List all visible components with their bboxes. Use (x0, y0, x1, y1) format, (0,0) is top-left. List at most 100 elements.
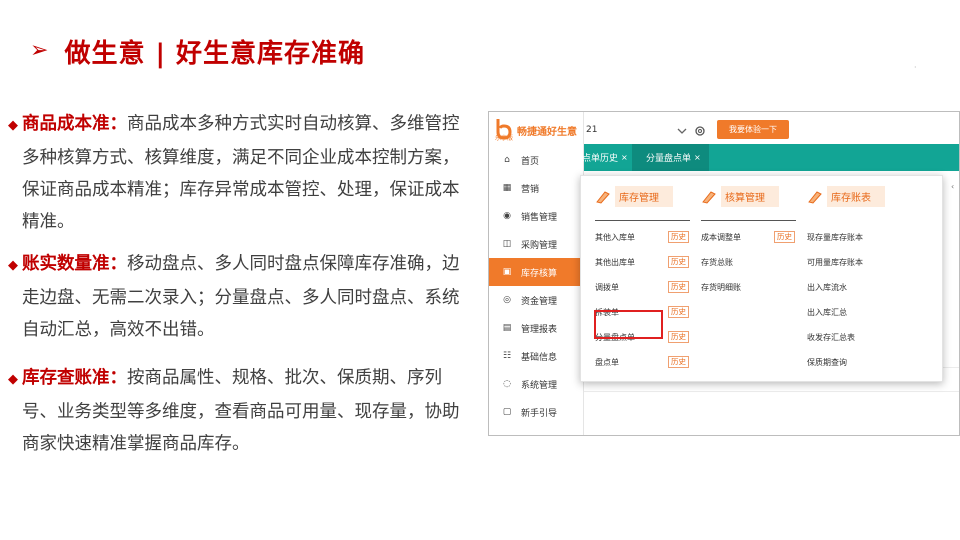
history-badge[interactable]: 历史 (668, 256, 689, 268)
top-bar: 21 我要体验一下 (584, 112, 959, 144)
history-badge[interactable]: 历史 (668, 356, 689, 368)
chevron-down-icon[interactable] (677, 121, 687, 134)
menu-column-header: 库存账表 (807, 185, 917, 207)
menu-column-accounting: 核算管理 成本调整单 存货总账 存货明细账 历史 (701, 185, 796, 292)
sidebar-item-label: 系统管理 (521, 380, 558, 391)
sidebar-item-purchase[interactable]: ◫ 采购管理 (489, 230, 584, 258)
sidebar-item-label: 管理报表 (521, 324, 558, 335)
column-divider (595, 220, 690, 221)
menu-column-title: 核算管理 (721, 185, 779, 207)
tab-label: 点单历史 (582, 154, 619, 164)
point-heading: 商品成本准： (22, 114, 127, 134)
menu-item-rds-summary[interactable]: 收发存汇总表 (807, 330, 855, 344)
point-query-accuracy: ◆ 库存查账准：按商品属性、规格、批次、保质期、序列号、业务类型等多维度，查看商品… (8, 362, 470, 460)
row-divider (584, 391, 959, 392)
menu-column-reports: 库存账表 现存量库存账本 可用量库存账本 出入库流水 出入库汇总 收发存汇总表 … (807, 185, 917, 367)
info-icon: ☷ (502, 351, 512, 361)
close-icon[interactable]: × (621, 153, 628, 162)
brand-logo: 乐享版 畅捷通好生意 (495, 117, 577, 143)
sidebar-item-label: 基础信息 (521, 352, 558, 363)
sales-icon: ◉ (503, 211, 511, 221)
menu-item-other-outbound[interactable]: 其他出库单 (595, 255, 635, 269)
calendar-icon: ▦ (502, 183, 512, 193)
sidebar-item-basic-info[interactable]: ☷ 基础信息 (489, 342, 584, 370)
menu-item-onhand-ledger[interactable]: 现存量库存账本 (807, 230, 863, 244)
inventory-icon: ▣ (502, 267, 512, 277)
tab-partial-count[interactable]: 分量盘点单 × (632, 144, 709, 171)
app-screenshot: 乐享版 畅捷通好生意 ⌂ 首页 ▦ 营销 ◉ 销售管理 ◫ 采购管理 ▣ 库存核算 ◎ 资金… (488, 111, 960, 436)
diamond-bullet-icon: ◆ (8, 372, 18, 387)
logo-mark-icon: 乐享版 (495, 118, 513, 142)
menu-column-header: 核算管理 (701, 185, 796, 207)
diamond-bullet-icon: ◆ (8, 118, 18, 133)
sidebar-item-label: 采购管理 (521, 240, 558, 251)
menu-column-title: 库存管理 (615, 185, 673, 207)
menu-column-inventory: 库存管理 其他入库单 其他出库单 调拨单 拆装单 分量盘点单 盘点单 历史 历史… (595, 185, 690, 368)
logo-subtitle: 乐享版 (495, 135, 514, 142)
diamond-bullet-icon: ◆ (8, 258, 18, 273)
tab-bar: 点单历史 × 分量盘点单 × (582, 144, 959, 171)
sidebar: 乐享版 畅捷通好生意 ⌂ 首页 ▦ 营销 ◉ 销售管理 ◫ 采购管理 ▣ 库存核算 ◎ 资金… (489, 112, 584, 435)
menu-item-io-summary[interactable]: 出入库汇总 (807, 305, 847, 319)
sidebar-item-funds[interactable]: ◎ 资金管理 (489, 286, 584, 314)
page-title: 做生意 | 好生意库存准确 (64, 38, 366, 69)
sidebar-item-inventory[interactable]: ▣ 库存核算 (489, 258, 584, 286)
menu-item-stock-detail[interactable]: 存货明细账 (701, 280, 741, 294)
sidebar-item-guide[interactable]: ▢ 新手引导 (489, 398, 584, 426)
ledger-icon (807, 189, 823, 204)
menu-item-transfer[interactable]: 调拨单 (595, 280, 619, 294)
history-badge[interactable]: 历史 (668, 281, 689, 293)
accounting-icon (701, 189, 717, 204)
point-heading: 账实数量准： (22, 254, 127, 274)
menu-item-cost-adjust[interactable]: 成本调整单 (701, 230, 741, 244)
title-arrow-icon: ➢ (30, 38, 49, 63)
menu-item-io-flow[interactable]: 出入库流水 (807, 280, 847, 294)
history-badge[interactable]: 历史 (668, 306, 689, 318)
chevron-right-icon[interactable]: ‹ (951, 182, 957, 191)
point-heading: 库存查账准： (22, 368, 127, 388)
point-quantity-accuracy: ◆ 账实数量准：移动盘点、多人同时盘点保障库存准确，边走边盘、无需二次录入；分量盘… (8, 248, 470, 346)
menu-column-header: 库存管理 (595, 185, 690, 207)
history-badge[interactable]: 历史 (668, 231, 689, 243)
column-divider (701, 220, 796, 221)
corner-mark: · (914, 63, 917, 72)
tab-count-history[interactable]: 点单历史 × (582, 144, 628, 171)
menu-item-stock-ledger[interactable]: 存货总账 (701, 255, 733, 269)
account-number: 21 (586, 125, 598, 135)
report-icon: ▤ (502, 323, 512, 333)
system-icon: ◌ (503, 379, 511, 389)
sidebar-item-label: 首页 (521, 156, 540, 167)
sidebar-item-home[interactable]: ⌂ 首页 (489, 146, 584, 174)
slide-title: ➢ 做生意 | 好生意库存准确 (30, 33, 365, 69)
menu-item-shelf-life[interactable]: 保质期查询 (807, 355, 847, 369)
sidebar-item-marketing[interactable]: ▦ 营销 (489, 174, 584, 202)
menu-column-title: 库存账表 (827, 185, 885, 207)
history-badge[interactable]: 历史 (668, 331, 689, 343)
try-experience-button[interactable]: 我要体验一下 (717, 120, 789, 139)
sidebar-item-system[interactable]: ◌ 系统管理 (489, 370, 584, 398)
purchase-icon: ◫ (502, 239, 512, 249)
menu-item-count[interactable]: 盘点单 (595, 355, 619, 369)
sidebar-item-reports[interactable]: ▤ 管理报表 (489, 314, 584, 342)
close-icon[interactable]: × (694, 153, 701, 162)
funds-icon: ◎ (503, 295, 511, 305)
gear-icon[interactable] (694, 122, 706, 136)
sidebar-item-sales[interactable]: ◉ 销售管理 (489, 202, 584, 230)
menu-item-available-ledger[interactable]: 可用量库存账本 (807, 255, 863, 269)
inventory-icon (595, 189, 611, 204)
point-cost-accuracy: ◆ 商品成本准：商品成本多种方式实时自动核算、多维管控多种核算方式、核算维度，满足… (8, 108, 470, 238)
sidebar-item-label: 库存核算 (521, 268, 558, 279)
highlight-partial-count (594, 310, 663, 339)
menu-item-other-inbound[interactable]: 其他入库单 (595, 230, 635, 244)
home-icon: ⌂ (504, 155, 510, 165)
sidebar-item-label: 营销 (521, 184, 540, 195)
guide-icon: ▢ (502, 407, 512, 417)
logo-text: 畅捷通好生意 (517, 126, 577, 138)
tab-label: 分量盘点单 (646, 154, 692, 164)
sidebar-item-label: 销售管理 (521, 212, 558, 223)
sidebar-item-label: 资金管理 (521, 296, 558, 307)
inventory-menu-dropdown: 库存管理 其他入库单 其他出库单 调拨单 拆装单 分量盘点单 盘点单 历史 历史… (580, 175, 943, 382)
sidebar-nav: ⌂ 首页 ▦ 营销 ◉ 销售管理 ◫ 采购管理 ▣ 库存核算 ◎ 资金管理 ▤ 管理报表 ☷ 基… (489, 146, 584, 426)
history-badge[interactable]: 历史 (774, 231, 795, 243)
sidebar-item-label: 新手引导 (521, 408, 558, 419)
